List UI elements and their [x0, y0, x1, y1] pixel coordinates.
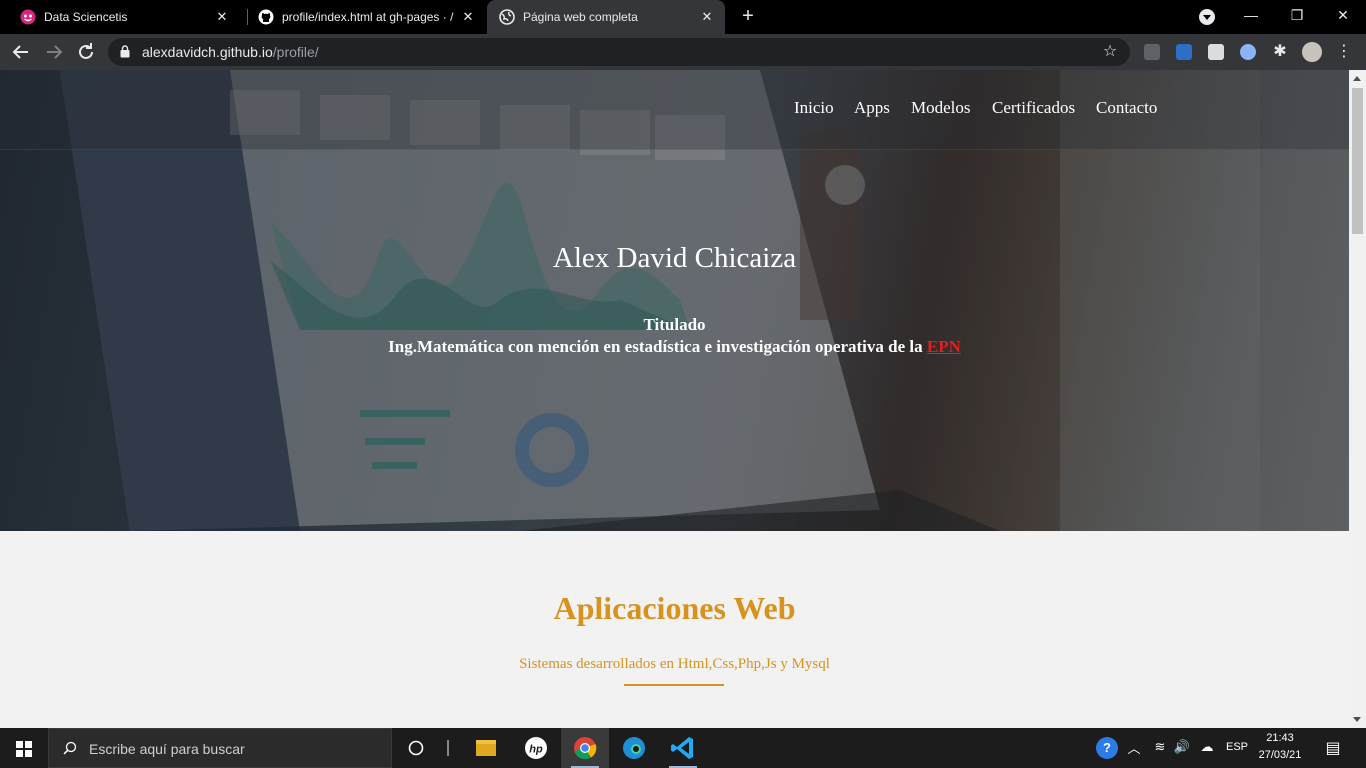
url-host: alexdavidch.github.io — [142, 44, 273, 60]
help-icon[interactable]: ? — [1096, 737, 1118, 759]
nav-link-contacto[interactable]: Contacto — [1096, 98, 1157, 118]
windows-logo-icon — [25, 741, 32, 748]
close-tab-icon[interactable]: ✕ — [214, 9, 230, 25]
notification-icon[interactable]: ▤ — [1322, 738, 1344, 758]
nav-link-modelos[interactable]: Modelos — [911, 98, 971, 118]
onedrive-icon[interactable]: ☁ — [1196, 739, 1218, 755]
browser-tab-strip: Data Sciencetis ✕ profile/index.html at … — [0, 0, 1366, 34]
profile-avatar[interactable] — [1302, 42, 1322, 62]
taskbar-file-explorer[interactable] — [462, 728, 510, 768]
hero-degree-text: Ing.Matemática con mención en estadístic… — [388, 337, 927, 356]
wifi-icon[interactable]: ≋ — [1150, 739, 1170, 755]
windows-taskbar: Escribe aquí para buscar hp ? ︿ ≋ 🔊 ☁ ES… — [0, 728, 1366, 768]
star-icon[interactable]: ☆ — [1100, 42, 1120, 62]
hero-name-heading: Alex David Chicaiza — [552, 242, 797, 274]
nav-link-certificados[interactable]: Certificados — [992, 98, 1075, 118]
github-icon — [258, 9, 274, 25]
new-tab-button[interactable]: + — [738, 6, 758, 26]
clock-date[interactable]: 27/03/21 — [1254, 749, 1306, 761]
maximize-button[interactable]: ❐ — [1274, 0, 1320, 34]
language-indicator[interactable]: ESP — [1222, 741, 1252, 753]
close-tab-icon[interactable]: ✕ — [699, 9, 715, 25]
hero-degree-description: Ing.Matemática con mención en estadístic… — [0, 337, 1349, 357]
taskbar-search-box[interactable]: Escribe aquí para buscar — [48, 728, 392, 768]
nav-link-apps[interactable]: Apps — [854, 98, 890, 118]
tab-github-profile[interactable]: profile/index.html at gh-pages · / ✕ — [238, 0, 486, 34]
taskbar-vscode[interactable] — [659, 728, 707, 768]
cortana-button[interactable] — [392, 728, 440, 768]
section-divider — [624, 684, 724, 686]
translate-extension-icon[interactable] — [1240, 44, 1256, 60]
windows-logo-icon — [25, 750, 32, 757]
tab-data-sciencetis[interactable]: Data Sciencetis ✕ — [0, 0, 240, 34]
search-icon — [63, 741, 77, 755]
menu-icon[interactable]: ⋮ — [1332, 40, 1356, 64]
scroll-down-icon[interactable] — [1353, 717, 1361, 722]
close-window-button[interactable]: ✕ — [1320, 0, 1366, 34]
taskbar-hp-app[interactable]: hp — [512, 728, 560, 768]
chevron-up-icon[interactable]: ︿ — [1126, 738, 1142, 757]
tab-pagina-web-completa[interactable]: Página web completa ✕ — [487, 0, 725, 34]
lock-icon — [120, 45, 130, 58]
url-text: alexdavidch.github.io/profile/ — [142, 38, 319, 66]
back-icon[interactable] — [9, 40, 33, 64]
epn-link[interactable]: EPN — [927, 337, 961, 356]
close-tab-icon[interactable]: ✕ — [460, 9, 476, 25]
clock-time[interactable]: 21:43 — [1254, 732, 1306, 744]
taskbar-edge[interactable] — [610, 728, 658, 768]
volume-icon[interactable]: 🔊 — [1172, 739, 1192, 755]
globe-icon — [499, 9, 515, 25]
chrome-icon — [574, 737, 597, 760]
taskbar-chrome[interactable] — [561, 728, 609, 768]
task-view-icon — [447, 740, 449, 756]
extensions-icon[interactable]: ✱ — [1268, 40, 1292, 64]
page-scrollbar[interactable] — [1349, 70, 1366, 728]
clipboard-extension-icon[interactable] — [1208, 44, 1224, 60]
reload-icon[interactable] — [74, 40, 98, 64]
scroll-up-icon[interactable] — [1353, 76, 1361, 81]
minimize-button[interactable]: — — [1228, 0, 1274, 34]
facebook-extension-icon[interactable] — [1144, 44, 1160, 60]
tab-title: Data Sciencetis — [44, 10, 128, 24]
top-navbar: Inicio Apps Modelos Certificados Contact… — [0, 70, 1349, 150]
cortana-icon — [408, 740, 424, 756]
app-favicon-icon — [20, 9, 36, 25]
folder-icon — [476, 740, 496, 756]
feather-extension-icon[interactable] — [1176, 44, 1192, 60]
page-viewport: Inicio Apps Modelos Certificados Contact… — [0, 70, 1349, 728]
forward-icon[interactable] — [42, 40, 66, 64]
search-placeholder: Escribe aquí para buscar — [89, 741, 245, 757]
tab-title: profile/index.html at gh-pages · / — [282, 10, 454, 24]
apps-section-title: Aplicaciones Web — [553, 590, 796, 626]
tab-title: Página web completa — [523, 10, 638, 24]
apps-section-subtitle: Sistemas desarrollados en Html,Css,Php,J… — [519, 656, 830, 672]
windows-logo-icon — [16, 741, 23, 748]
url-path: /profile/ — [272, 44, 319, 60]
scrollbar-thumb[interactable] — [1352, 88, 1363, 234]
browser-toolbar: alexdavidch.github.io/profile/ ☆ ✱ ⋮ — [0, 34, 1366, 70]
windows-logo-icon — [16, 750, 23, 757]
vscode-icon — [671, 737, 693, 759]
nav-link-inicio[interactable]: Inicio — [794, 98, 834, 118]
edge-icon — [623, 737, 645, 759]
hero-banner: Inicio Apps Modelos Certificados Contact… — [0, 70, 1349, 531]
tab-search-icon[interactable] — [1199, 9, 1215, 25]
address-bar[interactable]: alexdavidch.github.io/profile/ ☆ — [108, 38, 1130, 66]
svg-text:hp: hp — [529, 744, 543, 756]
windows-start-button[interactable] — [0, 728, 48, 768]
hero-degree-status: Titulado — [643, 315, 706, 334]
hp-logo-icon: hp — [525, 737, 547, 759]
task-view-button[interactable] — [440, 728, 464, 768]
